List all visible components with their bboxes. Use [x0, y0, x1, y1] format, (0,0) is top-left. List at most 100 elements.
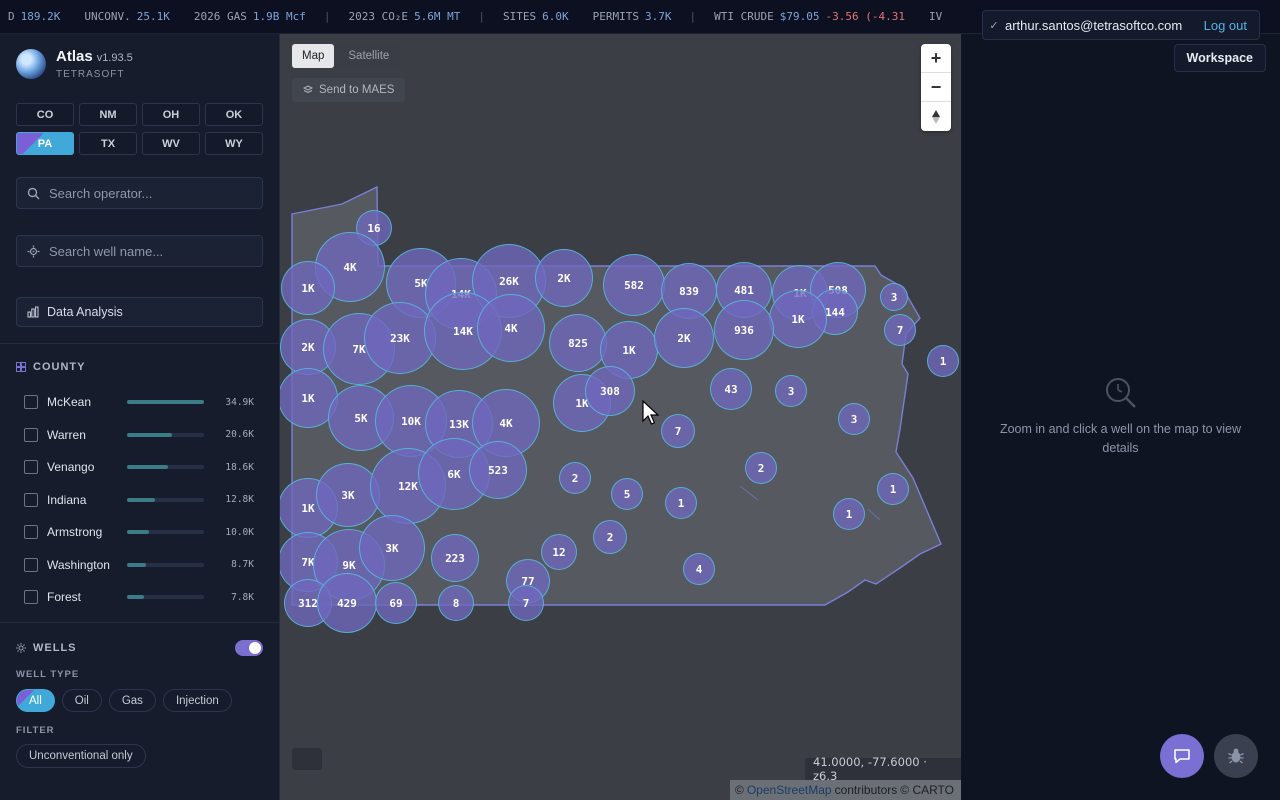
send-to-maes-button[interactable]: Send to MAES	[292, 78, 406, 102]
well-cluster-marker[interactable]: 825	[549, 314, 607, 372]
bug-icon	[1228, 748, 1244, 764]
wells-heading: WELLS	[33, 642, 77, 654]
state-button-oh[interactable]: OH	[142, 103, 200, 126]
ticker-item: WTI CRUDE $79.05 -3.56 (-4.31	[714, 10, 905, 23]
well-cluster-marker[interactable]: 3K	[359, 515, 425, 581]
county-checkbox[interactable]	[24, 460, 38, 475]
well-cluster-marker[interactable]: 223	[431, 534, 479, 582]
state-button-tx[interactable]: TX	[79, 132, 137, 155]
county-row[interactable]: Washington 8.7K	[24, 549, 264, 582]
state-button-pa[interactable]: PA	[16, 132, 74, 155]
zoom-out-button[interactable]: −	[921, 73, 951, 102]
well-cluster-marker[interactable]: 308	[585, 366, 635, 416]
map-mode-button[interactable]: Map	[292, 44, 335, 68]
well-cluster-marker[interactable]: 1	[833, 498, 865, 530]
well-cluster-marker[interactable]: 4K	[477, 294, 545, 362]
satellite-mode-button[interactable]: Satellite	[338, 44, 400, 68]
state-button-co[interactable]: CO	[16, 103, 74, 126]
well-cluster-marker[interactable]: 2K	[654, 308, 714, 368]
well-cluster-marker[interactable]: 2	[593, 520, 627, 554]
county-row[interactable]: Armstrong 10.0K	[24, 516, 264, 549]
state-button-ok[interactable]: OK	[205, 103, 263, 126]
well-cluster-marker[interactable]: 2	[559, 462, 591, 494]
chat-button[interactable]	[1160, 734, 1204, 778]
zoom-in-button[interactable]: +	[921, 44, 951, 73]
well-cluster-marker[interactable]: 429	[317, 573, 377, 633]
well-cluster-marker[interactable]: 1K	[769, 290, 827, 348]
county-checkbox[interactable]	[24, 590, 38, 605]
well-cluster-marker[interactable]: 1	[927, 345, 959, 377]
operator-search-input[interactable]: Search operator...	[16, 177, 263, 209]
globe-logo-icon	[16, 49, 46, 79]
well-cluster-marker[interactable]: 5	[611, 478, 643, 510]
well-cluster-marker[interactable]: 1	[877, 473, 909, 505]
county-bar	[127, 497, 204, 502]
county-checkbox[interactable]	[24, 395, 38, 410]
county-checkbox[interactable]	[24, 525, 38, 540]
bug-report-button[interactable]	[1214, 734, 1258, 778]
well-cluster-marker[interactable]: 12	[541, 534, 577, 570]
well-cluster-marker[interactable]: 936	[714, 300, 774, 360]
county-checkbox[interactable]	[24, 492, 38, 507]
osm-link[interactable]: OpenStreetMap	[747, 783, 832, 797]
county-row[interactable]: Indiana 12.8K	[24, 484, 264, 517]
well-cluster-marker[interactable]: 7	[884, 314, 916, 346]
county-name: Forest	[47, 590, 82, 605]
well-search-input[interactable]: Search well name...	[16, 235, 263, 267]
workspace-button[interactable]: Workspace	[1173, 44, 1266, 72]
well-cluster-marker[interactable]: 2K	[535, 249, 593, 307]
attribution-contributors: contributors	[834, 783, 898, 797]
county-row[interactable]: Warren 20.6K	[24, 419, 264, 452]
county-name: Armstrong	[47, 525, 103, 540]
compass-reset-button[interactable]	[921, 102, 951, 131]
ticker-item: D 189.2K	[8, 10, 61, 23]
well-cluster-marker[interactable]: 523	[469, 441, 527, 499]
county-count: 7.8K	[231, 591, 254, 603]
well-type-all[interactable]: All	[16, 689, 55, 712]
well-cluster-marker[interactable]: 3	[775, 375, 807, 407]
well-cluster-marker[interactable]: 582	[603, 254, 665, 316]
county-name: McKean	[47, 395, 92, 410]
county-name: Indiana	[47, 492, 87, 507]
well-cluster-marker[interactable]: 43	[710, 368, 752, 410]
county-row[interactable]: McKean 34.9K	[24, 386, 264, 419]
map-view[interactable]: Map Satellite Send to MAES + − 164K1K5K1…	[280, 34, 961, 800]
well-cluster-marker[interactable]: 7	[508, 585, 544, 621]
well-type-gas[interactable]: Gas	[108, 689, 156, 712]
map-corner-button[interactable]	[292, 748, 322, 770]
well-cluster-marker[interactable]: 1	[665, 487, 697, 519]
unconventional-filter-chip[interactable]: Unconventional only	[16, 744, 146, 768]
well-cluster-marker[interactable]: 4	[683, 553, 715, 585]
brand: Atlas v1.93.5 TETRASOFT	[16, 48, 133, 80]
bar-chart-icon	[27, 306, 39, 318]
well-cluster-marker[interactable]: 69	[375, 582, 417, 624]
county-checkbox[interactable]	[24, 427, 38, 442]
county-row[interactable]: Venango 18.6K	[24, 451, 264, 484]
wells-toggle[interactable]	[235, 640, 263, 656]
well-search-placeholder: Search well name...	[49, 243, 164, 259]
ticker-item: PERMITS 3.7K	[592, 10, 672, 23]
county-name: Washington	[47, 557, 110, 572]
well-type-injection[interactable]: Injection	[162, 689, 232, 712]
filter-label: FILTER	[16, 725, 55, 736]
logout-link[interactable]: Log out	[1204, 18, 1259, 33]
well-cluster-marker[interactable]: 3	[880, 283, 908, 311]
well-cluster-marker[interactable]: 8	[438, 585, 474, 621]
ticker-item: 2023 CO₂E 5.6M MT	[348, 10, 461, 23]
well-cluster-marker[interactable]: 1K	[281, 261, 335, 315]
county-checkbox[interactable]	[24, 557, 38, 572]
data-analysis-button[interactable]: Data Analysis	[16, 297, 263, 327]
well-cluster-marker[interactable]: 3	[838, 403, 870, 435]
attribution-copyright: ©	[735, 783, 744, 797]
well-cluster-marker[interactable]: 2	[745, 452, 777, 484]
sidebar: Atlas v1.93.5 TETRASOFT CO NM OH OK PA TX…	[0, 34, 280, 800]
state-button-wy[interactable]: WY	[205, 132, 263, 155]
well-type-oil[interactable]: Oil	[61, 689, 102, 712]
divider	[0, 622, 279, 623]
state-button-nm[interactable]: NM	[79, 103, 137, 126]
county-row[interactable]: Forest 7.8K	[24, 581, 264, 614]
state-button-wv[interactable]: WV	[142, 132, 200, 155]
wells-section-header: WELLS	[16, 642, 77, 654]
county-name: Venango	[47, 460, 95, 475]
well-cluster-marker[interactable]: 7	[661, 414, 695, 448]
